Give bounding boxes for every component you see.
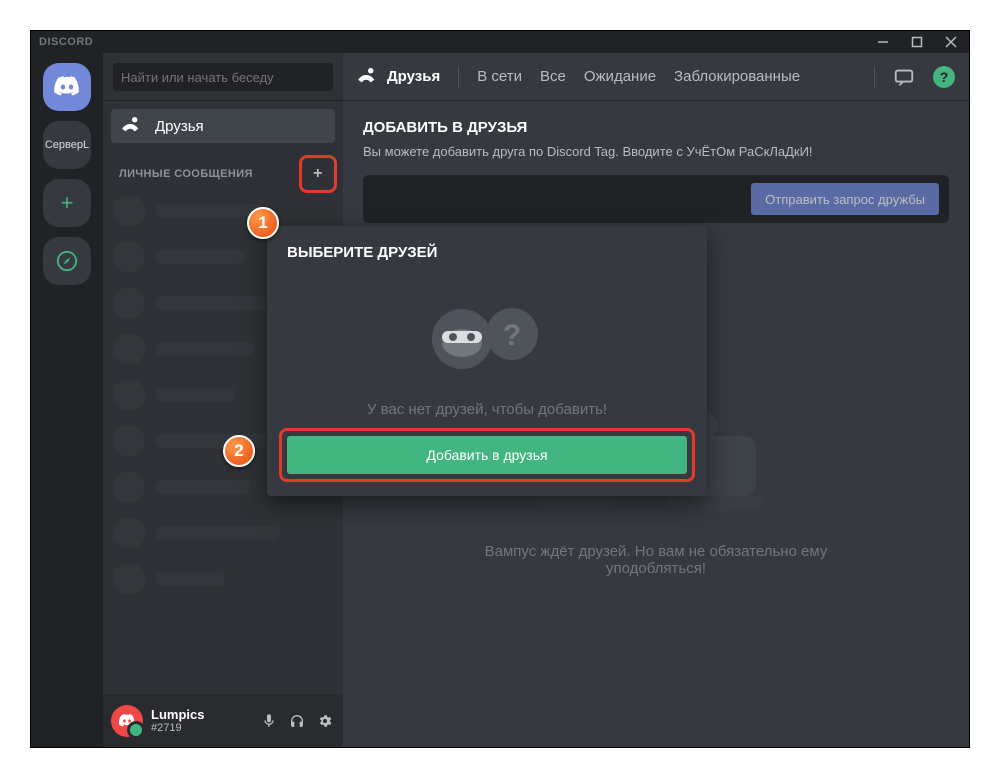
tutorial-marker-2: 2: [223, 435, 255, 467]
tab-all[interactable]: Все: [540, 68, 566, 85]
dm-skeleton-item: [113, 195, 333, 227]
send-friend-request-button[interactable]: Отправить запрос дружбы: [751, 183, 939, 215]
discord-logo-icon: [118, 714, 136, 728]
close-button[interactable]: [941, 32, 961, 52]
tutorial-marker-1: 1: [247, 207, 279, 239]
discord-logo-icon: [53, 76, 81, 98]
server-column: СерверL +: [31, 53, 103, 747]
wumpus-question-icon: ?: [407, 289, 567, 379]
mic-icon: [261, 713, 277, 729]
add-friend-input-row[interactable]: Отправить запрос дружбы: [363, 175, 949, 223]
empty-text-line2: уподобляться!: [343, 560, 969, 577]
minimize-button[interactable]: [873, 32, 893, 52]
create-dm-button[interactable]: +: [309, 165, 327, 183]
user-info: Lumpics #2719: [151, 708, 251, 734]
dm-section-header: ЛИЧНЫЕ СООБЩЕНИЯ +: [103, 151, 343, 187]
select-friends-popover: ВЫБЕРИТЕ ДРУЗЕЙ ? У вас нет друзей, чтоб…: [267, 226, 707, 496]
user-avatar[interactable]: [111, 705, 143, 737]
window-controls: [873, 32, 961, 52]
friends-nav-label: Друзья: [155, 118, 204, 135]
friends-nav-button[interactable]: Друзья: [111, 109, 335, 143]
dm-skeleton-item: [113, 517, 333, 549]
search-wrap: [103, 53, 343, 101]
tab-friends-label: Друзья: [387, 68, 440, 85]
header-divider: [458, 66, 459, 88]
user-panel: Lumpics #2719: [103, 695, 343, 747]
deafen-button[interactable]: [287, 711, 307, 731]
user-settings-button[interactable]: [315, 711, 335, 731]
dm-section-label: ЛИЧНЫЕ СООБЩЕНИЯ: [119, 168, 253, 180]
app-window: DISCORD СерверL + Друзья: [30, 30, 970, 748]
home-button[interactable]: [43, 63, 91, 111]
tab-blocked[interactable]: Заблокированные: [674, 68, 800, 85]
add-friend-desc: Вы можете добавить друга по Discord Tag.…: [363, 144, 949, 159]
explore-servers-button[interactable]: [43, 237, 91, 285]
tab-friends[interactable]: Друзья: [357, 68, 440, 86]
new-group-dm-button[interactable]: [893, 66, 915, 88]
compass-icon: [56, 250, 78, 272]
user-tag: #2719: [151, 722, 251, 734]
tab-online[interactable]: В сети: [477, 68, 522, 85]
wave-icon: [357, 68, 379, 86]
app-name: DISCORD: [39, 36, 93, 48]
popover-empty-text: У вас нет друзей, чтобы добавить!: [287, 401, 687, 418]
dm-skeleton-item: [113, 563, 333, 595]
search-input[interactable]: [113, 63, 333, 91]
add-friend-title: ДОБАВИТЬ В ДРУЗЬЯ: [363, 119, 949, 136]
app-body: СерверL + Друзья ЛИЧНЫЕ СООБЩЕНИЯ +: [31, 53, 969, 747]
add-friends-button[interactable]: Добавить в друзья: [287, 436, 687, 474]
gear-icon: [317, 713, 333, 729]
wave-icon: [121, 117, 143, 135]
mute-mic-button[interactable]: [259, 711, 279, 731]
server-item-1[interactable]: СерверL: [43, 121, 91, 169]
user-controls: [259, 711, 335, 731]
main-header: Друзья В сети Все Ожидание Заблокированн…: [343, 53, 969, 101]
tab-pending[interactable]: Ожидание: [584, 68, 656, 85]
chat-plus-icon: [893, 66, 915, 88]
headphones-icon: [289, 713, 305, 729]
user-name: Lumpics: [151, 708, 251, 722]
maximize-button[interactable]: [907, 32, 927, 52]
titlebar: DISCORD: [31, 31, 969, 53]
header-divider: [874, 66, 875, 88]
help-button[interactable]: ?: [933, 66, 955, 88]
svg-text:?: ?: [503, 319, 521, 352]
popover-title: ВЫБЕРИТЕ ДРУЗЕЙ: [287, 244, 687, 261]
empty-text-line1: Вампус ждёт друзей. Но вам не обязательн…: [343, 543, 969, 560]
add-server-button[interactable]: +: [43, 179, 91, 227]
